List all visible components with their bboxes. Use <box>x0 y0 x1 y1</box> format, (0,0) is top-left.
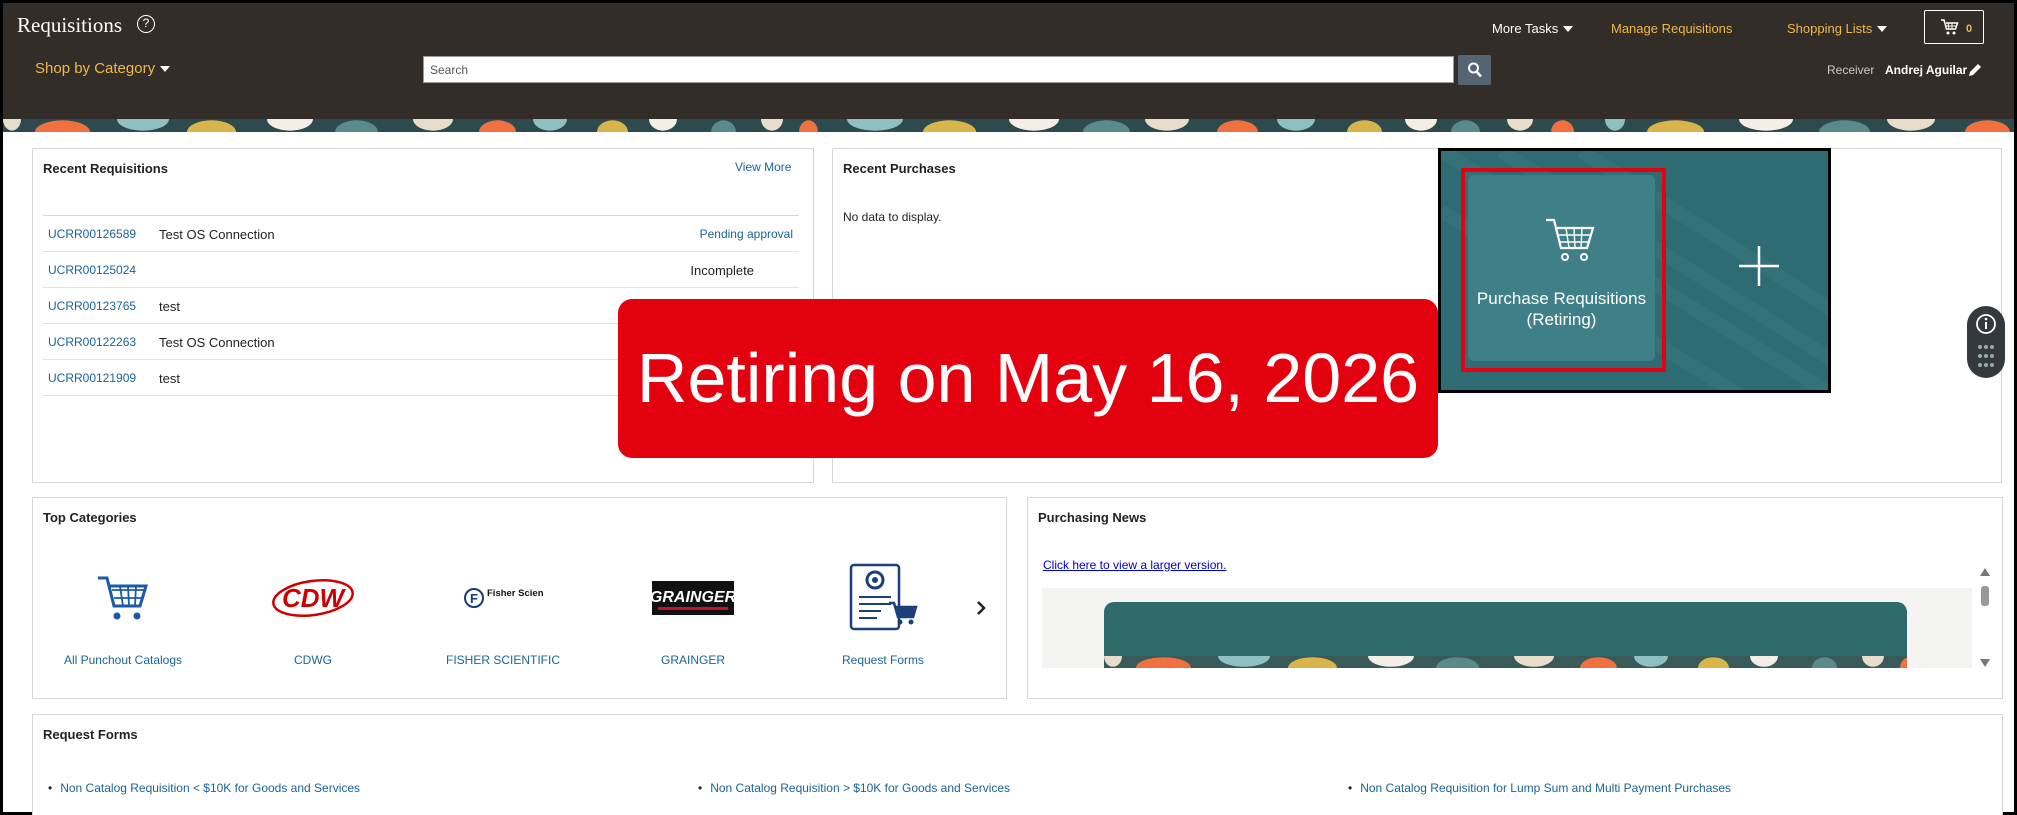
search-icon <box>1468 62 1482 78</box>
news-scrollbar[interactable] <box>1979 564 1991 670</box>
manage-requisitions-link[interactable]: Manage Requisitions <box>1611 21 1732 36</box>
empty-state-text: No data to display. <box>843 210 942 224</box>
pencil-icon[interactable] <box>1966 61 1984 79</box>
more-tasks-label: More Tasks <box>1492 21 1559 36</box>
help-icon[interactable]: ? <box>137 15 155 33</box>
scroll-up-icon[interactable] <box>1979 567 1991 577</box>
request-form-label: Non Catalog Requisition for Lump Sum and… <box>1360 781 1732 795</box>
caret-down-icon <box>160 66 171 72</box>
global-header: Requisitions ? More Tasks Manage Requisi… <box>3 3 2014 119</box>
search-input[interactable] <box>423 56 1454 83</box>
drag-handle-icon[interactable] <box>1977 344 1995 370</box>
grainger-logo: GRAINGER <box>643 563 743 633</box>
recent-requisitions-title: Recent Requisitions <box>43 161 168 176</box>
requisition-description: test <box>159 371 180 386</box>
plus-icon[interactable] <box>1737 244 1781 288</box>
requisition-status: Incomplete <box>690 263 754 278</box>
table-row[interactable]: UCRR00125024 Incomplete <box>43 252 799 288</box>
retiring-notice-text: Retiring on May 16, 2026 <box>636 339 1420 417</box>
request-forms-title: Request Forms <box>43 727 138 742</box>
requisition-id-link[interactable]: UCRR00121909 <box>48 371 136 385</box>
category-label: CDWG <box>294 653 332 667</box>
requisition-description: Test OS Connection <box>159 227 275 242</box>
retiring-notice: Retiring on May 16, 2026 <box>618 299 1438 458</box>
category-grainger[interactable]: GRAINGER GRAINGER <box>603 553 783 693</box>
category-all-punchout[interactable]: All Punchout Catalogs <box>33 553 213 693</box>
request-form-link[interactable]: Non Catalog Requisition < $10K for Goods… <box>48 781 360 795</box>
receiver-name: Andrej Aguilar <box>1885 63 1968 77</box>
shop-by-category-label: Shop by Category <box>35 60 156 77</box>
purchasing-news-panel: Purchasing News Click here to view a lar… <box>1027 497 2003 699</box>
decorative-banner <box>3 119 2014 132</box>
requisition-id-link[interactable]: UCRR00126589 <box>48 227 136 241</box>
top-categories-title: Top Categories <box>43 510 137 525</box>
cart-count-badge: 0 <box>1966 23 1973 35</box>
shop-by-category-menu[interactable]: Shop by Category <box>35 60 171 77</box>
springboard-tiles: Purchase Requisitions (Retiring) <box>1438 148 1831 393</box>
requisition-status-link[interactable]: Pending approval <box>700 227 793 241</box>
scroll-thumb[interactable] <box>1981 586 1989 606</box>
requisition-description: test <box>159 299 180 314</box>
request-form-link[interactable]: Non Catalog Requisition > $10K for Goods… <box>698 781 1010 795</box>
news-image-header <box>1104 602 1907 662</box>
top-categories-panel: Top Categories All Punchout Catalogs CDW… <box>32 497 1007 699</box>
shopping-cart-icon <box>73 563 173 633</box>
category-label: FISHER SCIENTIFIC <box>445 653 560 667</box>
table-row[interactable]: UCRR00126589 Test OS Connection Pending … <box>43 216 799 252</box>
chevron-right-icon[interactable] <box>975 600 987 616</box>
category-fisher-scientific[interactable]: F Fisher Scientific FISHER SCIENTIFIC <box>413 553 593 693</box>
category-label: All Punchout Catalogs <box>63 653 183 667</box>
svg-text:F: F <box>470 591 478 606</box>
tile-highlight-outline <box>1461 168 1666 372</box>
category-request-forms[interactable]: Request Forms <box>793 553 973 693</box>
news-image-pattern <box>1104 656 1907 668</box>
cdw-logo-text: CDW <box>282 583 347 613</box>
info-icon[interactable] <box>1975 313 1997 335</box>
search-button[interactable] <box>1458 55 1491 85</box>
category-label: Request Forms <box>841 653 925 667</box>
scroll-down-icon[interactable] <box>1979 658 1991 668</box>
cdw-logo: CDW <box>263 563 363 633</box>
cart-icon <box>1941 19 1959 35</box>
shopping-lists-menu[interactable]: Shopping Lists <box>1787 21 1888 36</box>
category-label: GRAINGER <box>660 653 725 667</box>
request-form-label: Non Catalog Requisition > $10K for Goods… <box>710 781 1011 795</box>
category-cdwg[interactable]: CDW CDWG <box>223 553 403 693</box>
caret-down-icon <box>1563 26 1574 32</box>
grainger-logo-text: GRAINGER <box>652 589 734 606</box>
requisition-id-link[interactable]: UCRR00122263 <box>48 335 136 349</box>
larger-version-link[interactable]: Click here to view a larger version. <box>1043 558 1226 572</box>
receiver-label: Receiver <box>1827 63 1875 77</box>
cart-button[interactable] <box>1924 10 1984 44</box>
view-more-link[interactable]: View More <box>735 160 791 174</box>
page-title: Requisitions <box>17 13 123 37</box>
fisher-scientific-logo: F Fisher Scientific <box>453 563 553 633</box>
requisition-id-link[interactable]: UCRR00123765 <box>48 299 136 313</box>
requisition-description: Test OS Connection <box>159 335 275 350</box>
purchasing-news-title: Purchasing News <box>1038 510 1147 525</box>
fisher-logo-text: Fisher Scientific <box>487 588 543 599</box>
request-form-icon <box>833 563 933 633</box>
request-form-label: Non Catalog Requisition < $10K for Goods… <box>60 781 361 795</box>
recent-purchases-title: Recent Purchases <box>843 161 956 176</box>
request-form-link[interactable]: Non Catalog Requisition for Lump Sum and… <box>1348 781 1731 795</box>
floating-help-widget[interactable] <box>1967 306 2005 378</box>
caret-down-icon <box>1877 26 1888 32</box>
request-forms-panel: Request Forms Non Catalog Requisition < … <box>32 714 2003 815</box>
requisition-id-link[interactable]: UCRR00125024 <box>48 263 136 277</box>
more-tasks-menu[interactable]: More Tasks <box>1492 21 1574 36</box>
shopping-lists-label: Shopping Lists <box>1787 21 1873 36</box>
news-image <box>1042 588 1972 668</box>
